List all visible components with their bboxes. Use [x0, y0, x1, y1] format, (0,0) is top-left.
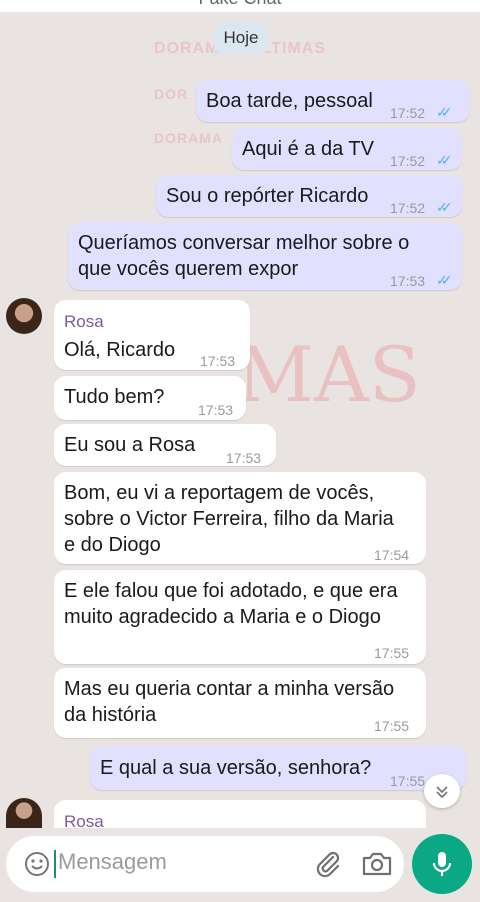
message-incoming[interactable]: Rosa Olá, Ricardo 17:53 — [54, 300, 250, 370]
mic-button[interactable] — [412, 834, 472, 894]
message-text-line: e do Diogo — [64, 534, 161, 556]
message-time: 17:53 — [226, 450, 262, 466]
message-time: 17:55 — [374, 718, 410, 734]
message-outgoing[interactable]: Queríamos conversar melhor sobre o que v… — [68, 222, 462, 290]
message-text: Sou o repórter Ricardo — [166, 185, 369, 207]
message-time: 17:53 — [390, 273, 426, 289]
message-text-line: que vocês querem expor — [78, 258, 299, 280]
message-time: 17:54 — [374, 547, 410, 563]
double-check-icon: ✓✓ — [436, 152, 453, 168]
double-check-icon: ✓✓ — [436, 104, 453, 120]
message-text-line: Queríamos conversar melhor sobre o — [78, 232, 410, 254]
app-title-bar: Fake Chat — [0, 0, 480, 12]
message-outgoing[interactable]: Aqui é a da TV 17:52 ✓✓ — [232, 128, 462, 170]
watermark-big-text: MAS — [236, 330, 421, 419]
message-text: Eu sou a Rosa — [64, 434, 196, 456]
emoji-icon[interactable] — [22, 849, 52, 879]
message-incoming[interactable]: Bom, eu vi a reportagem de vocês, sobre … — [54, 472, 426, 564]
message-incoming[interactable]: Mas eu queria contar a minha versão da h… — [54, 668, 426, 738]
message-incoming[interactable]: E ele falou que foi adotado, e que era m… — [54, 570, 426, 664]
message-text: Olá, Ricardo — [64, 339, 176, 361]
message-time: 17:55 — [390, 773, 426, 789]
message-incoming[interactable]: Tudo bem? 17:53 — [54, 376, 246, 420]
message-text: Aqui é a da TV — [242, 138, 374, 160]
avatar[interactable] — [6, 798, 42, 828]
message-time: 17:53 — [198, 402, 234, 418]
app-title: Fake Chat — [0, 0, 480, 8]
text-cursor — [54, 850, 56, 878]
message-text-line: da história — [64, 704, 157, 726]
message-text-line: E ele falou que foi adotado, e que era — [64, 580, 398, 602]
sender-name: Rosa — [64, 312, 104, 331]
message-text: E qual a sua versão, senhora? — [100, 757, 372, 779]
mic-icon — [432, 852, 452, 876]
watermark-text: DOR — [154, 86, 189, 102]
message-time: 17:52 — [390, 153, 426, 169]
message-input[interactable]: Mensagem — [6, 836, 404, 892]
message-text-line: muito agradecido a Maria e o Diogo — [64, 606, 381, 628]
message-incoming[interactable]: Rosa — [54, 800, 426, 831]
message-time: 17:53 — [200, 353, 236, 369]
double-check-icon: ✓✓ — [436, 199, 453, 215]
camera-icon[interactable] — [360, 848, 394, 880]
scroll-to-bottom-button[interactable] — [424, 774, 460, 808]
message-outgoing[interactable]: Boa tarde, pessoal 17:52 ✓✓ — [196, 80, 470, 122]
paperclip-icon[interactable] — [312, 848, 344, 880]
message-text: Tudo bem? — [64, 386, 165, 408]
message-text: Boa tarde, pessoal — [206, 90, 373, 112]
avatar[interactable] — [6, 298, 42, 334]
message-text-line: Bom, eu vi a reportagem de vocês, — [64, 482, 375, 504]
message-time: 17:52 — [390, 105, 426, 121]
chevron-double-down-icon — [436, 786, 448, 799]
message-incoming[interactable]: Eu sou a Rosa 17:53 — [54, 424, 276, 466]
watermark-text: DORAMA — [154, 130, 223, 146]
date-chip: Hoje — [214, 22, 268, 54]
message-time: 17:55 — [374, 645, 410, 661]
message-text-line: Mas eu queria contar a minha versão — [64, 678, 395, 700]
message-outgoing[interactable]: Sou o repórter Ricardo 17:52 ✓✓ — [156, 175, 462, 217]
message-text-line: sobre o Victor Ferreira, filho da Maria — [64, 508, 394, 530]
message-placeholder: Mensagem — [58, 849, 167, 874]
double-check-icon: ✓✓ — [436, 272, 453, 288]
message-outgoing[interactable]: E qual a sua versão, senhora? 17:55 ✓✓ — [90, 746, 466, 790]
message-time: 17:52 — [390, 200, 426, 216]
